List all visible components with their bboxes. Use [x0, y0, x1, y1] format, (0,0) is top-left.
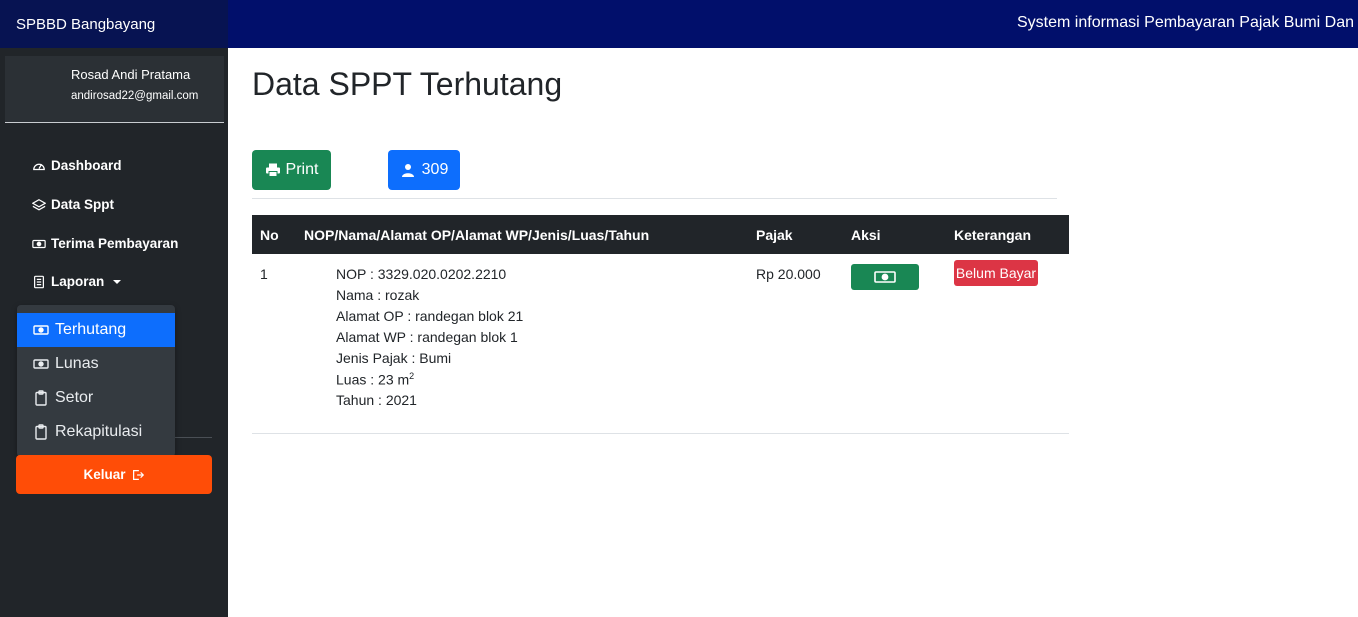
- detail-luas-text: Luas : 23 m: [336, 371, 410, 388]
- layers-icon: [32, 198, 46, 211]
- sidebar-item-label: Terima Pembayaran: [51, 236, 179, 251]
- sidebar-item-terima-pembayaran[interactable]: Terima Pembayaran: [32, 236, 178, 251]
- detail-alamat-wp: Alamat WP : randegan blok 1: [336, 329, 518, 345]
- dropdown-item-label: Setor: [55, 389, 94, 406]
- detail-jenis-pajak: Jenis Pajak : Bumi: [336, 350, 452, 366]
- user-icon: [401, 164, 414, 177]
- sidebar-divider: [175, 437, 212, 438]
- print-button[interactable]: Print: [252, 150, 331, 190]
- logout-label: Keluar: [83, 467, 126, 482]
- caret-down-icon: [113, 279, 122, 284]
- detail-nop: NOP : 3329.020.0202.2210: [336, 266, 507, 282]
- cash-icon: [33, 325, 49, 335]
- laporan-dropdown-menu: Terhutang Lunas Setor Rekapitulasi: [17, 305, 175, 457]
- table-row-divider: [252, 433, 1069, 434]
- cash-icon: [874, 271, 896, 283]
- marquee-text: System informasi Pembayaran Pajak Bumi D…: [1017, 14, 1355, 31]
- detail-alamat-op: Alamat OP : randegan blok 21: [336, 308, 524, 324]
- user-count-button[interactable]: 309: [388, 150, 460, 190]
- dropdown-item-terhutang[interactable]: Terhutang: [17, 313, 175, 347]
- column-header-no: No: [260, 227, 279, 243]
- logout-button[interactable]: Keluar: [16, 455, 212, 494]
- app-brand[interactable]: SPBBD Bangbayang: [0, 0, 228, 48]
- pajak-amount: Rp 20.000: [756, 266, 821, 282]
- dropdown-item-setor[interactable]: Setor: [17, 381, 175, 415]
- sidebar-item-data-sppt[interactable]: Data Sppt: [32, 197, 114, 212]
- column-header-details: NOP/Nama/Alamat OP/Alamat WP/Jenis/Luas/…: [304, 227, 650, 243]
- app-brand-label: SPBBD Bangbayang: [16, 16, 156, 33]
- table-header: No NOP/Nama/Alamat OP/Alamat WP/Jenis/Lu…: [252, 215, 1069, 254]
- user-count-label: 309: [421, 161, 449, 178]
- dropdown-item-label: Rekapitulasi: [55, 423, 143, 440]
- sidebar-item-label: Laporan: [51, 274, 105, 289]
- content-divider: [252, 198, 1057, 199]
- user-email: andirosad22@gmail.com: [71, 90, 199, 102]
- sidebar-item-label: Dashboard: [51, 158, 122, 173]
- pay-button[interactable]: [851, 264, 919, 290]
- column-header-pajak: Pajak: [756, 227, 793, 243]
- cash-icon: [33, 359, 49, 369]
- logout-icon: [132, 469, 144, 480]
- cash-icon: [32, 239, 46, 248]
- dropdown-item-rekapitulasi[interactable]: Rekapitulasi: [17, 415, 175, 449]
- detail-nama: Nama : rozak: [336, 287, 420, 303]
- sidebar-item-laporan[interactable]: Laporan: [32, 274, 122, 289]
- document-icon: [34, 275, 44, 288]
- column-header-aksi: Aksi: [851, 227, 881, 243]
- user-name: Rosad Andi Pratama: [71, 67, 191, 82]
- clipboard-icon: [35, 424, 47, 440]
- user-panel: Rosad Andi Pratama andirosad22@gmail.com: [5, 56, 224, 123]
- print-button-label: Print: [285, 161, 319, 178]
- speedometer-icon: [33, 163, 45, 170]
- printer-icon: [265, 163, 280, 177]
- detail-luas: Luas : 23 m2: [336, 371, 414, 388]
- sidebar-item-label: Data Sppt: [51, 197, 115, 212]
- status-badge: Belum Bayar: [954, 260, 1038, 286]
- sidebar-item-dashboard[interactable]: Dashboard: [32, 158, 122, 173]
- top-navbar: System informasi Pembayaran Pajak Bumi D…: [228, 0, 1358, 48]
- sidebar: Rosad Andi Pratama andirosad22@gmail.com…: [0, 48, 228, 617]
- column-header-keterangan: Keterangan: [954, 227, 1032, 243]
- row-number: 1: [260, 266, 268, 282]
- dropdown-item-label: Lunas: [55, 355, 99, 372]
- detail-luas-superscript: 2: [409, 371, 415, 381]
- dropdown-item-label: Terhutang: [55, 321, 127, 338]
- detail-tahun: Tahun : 2021: [336, 392, 417, 408]
- dropdown-item-lunas[interactable]: Lunas: [17, 347, 175, 381]
- clipboard-icon: [35, 390, 47, 406]
- page-title: Data SPPT Terhutang: [252, 66, 563, 102]
